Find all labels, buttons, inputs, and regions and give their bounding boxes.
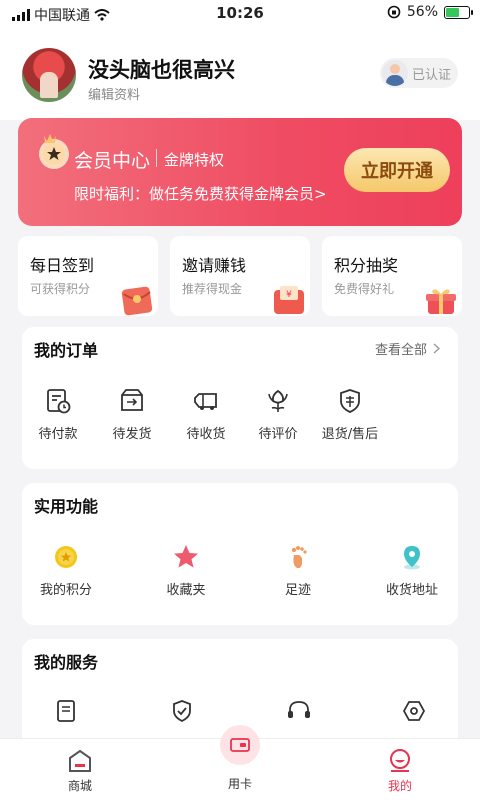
- tool-favorites[interactable]: 收藏夹: [152, 543, 220, 598]
- avatar[interactable]: [22, 48, 76, 102]
- quick-card-title: 邀请赚钱: [182, 256, 247, 275]
- username: 没头脑也很高兴: [88, 58, 235, 82]
- order-item-label: 退货/售后: [321, 427, 379, 442]
- daily-checkin-card[interactable]: 每日签到 可获得积分: [18, 236, 158, 316]
- member-center-banner[interactable]: 会员中心 金牌特权 限时福利：做任务免费获得金牌会员> 立即开通: [18, 118, 462, 226]
- tools-title: 实用功能: [34, 497, 99, 516]
- orders-title: 我的订单: [34, 341, 99, 360]
- my-orders-panel: 我的订单 查看全部 待付款 待发货 待收货 待评价 退货/售后: [22, 327, 458, 469]
- verified-label: 已认证: [412, 67, 452, 83]
- member-title: 会员中心: [74, 150, 151, 172]
- points-coin-icon: [55, 546, 77, 568]
- services-title: 我的服务: [34, 653, 99, 672]
- profile-header: 没头脑也很高兴 编辑资料 已认证: [0, 26, 480, 120]
- tool-item-label: 收货地址: [385, 583, 438, 598]
- shield-check-icon[interactable]: [170, 699, 194, 723]
- orientation-lock-icon: [387, 5, 401, 19]
- tool-item-label: 收藏夹: [166, 583, 206, 598]
- profile-icon: [390, 749, 410, 772]
- star-icon: [174, 545, 198, 568]
- tool-my-points[interactable]: 我的积分: [32, 543, 100, 598]
- battery-icon: [444, 5, 473, 19]
- pending-payment-icon: [47, 389, 71, 414]
- tool-item-label: 足迹: [284, 583, 311, 598]
- quick-card-subtitle: 免费得好礼: [334, 282, 395, 296]
- pending-shipment-icon: [121, 389, 143, 411]
- headset-icon[interactable]: [286, 699, 312, 723]
- bottom-tab-bar: 商城 用卡 我的: [0, 725, 480, 800]
- flower-review-icon: [268, 389, 288, 412]
- tab-label: 我的: [387, 779, 412, 793]
- verified-badge[interactable]: 已认证: [380, 58, 458, 88]
- quick-card-title: 积分抽奖: [334, 256, 399, 275]
- tab-mine[interactable]: 我的: [350, 739, 450, 800]
- document-icon[interactable]: [54, 699, 78, 723]
- gift-box-icon: [426, 289, 456, 314]
- crown-coin-icon: [39, 134, 69, 169]
- quick-card-subtitle: 可获得积分: [30, 282, 91, 296]
- member-divider: [156, 149, 157, 167]
- tab-mall[interactable]: 商城: [30, 739, 130, 800]
- red-envelope-icon: [121, 286, 153, 316]
- invite-earn-card[interactable]: 邀请赚钱 推荐得现金 ¥: [170, 236, 310, 316]
- after-sales-shield-icon: [340, 389, 360, 413]
- tab-label: 商城: [67, 779, 92, 793]
- location-pin-icon: [404, 546, 420, 570]
- see-all-orders-link[interactable]: 查看全部: [375, 339, 440, 358]
- open-membership-button[interactable]: 立即开通: [344, 148, 450, 192]
- battery-percent: 56%: [406, 4, 438, 20]
- tool-shipping-address[interactable]: 收货地址: [378, 543, 446, 598]
- tools-panel: 实用功能 我的积分 收藏夹 足迹 收货地址: [22, 483, 458, 625]
- see-all-label: 查看全部: [374, 343, 427, 358]
- order-pending-shipment[interactable]: 待发货: [108, 387, 156, 442]
- svg-text:¥: ¥: [286, 290, 292, 300]
- quick-card-subtitle: 推荐得现金: [182, 282, 243, 296]
- member-subtitle: 金牌特权: [164, 151, 225, 169]
- status-bar: 中国联通 10:26 56%: [0, 0, 480, 26]
- shop-icon: [69, 749, 91, 772]
- order-pending-review[interactable]: 待评价: [254, 387, 302, 442]
- points-lottery-card[interactable]: 积分抽奖 免费得好礼: [322, 236, 462, 316]
- order-item-label: 待发货: [112, 427, 152, 442]
- member-tip[interactable]: 限时福利：做任务免费获得金牌会员>: [74, 183, 327, 204]
- verified-user-icon: [382, 60, 408, 86]
- cash-envelope-icon: ¥: [274, 286, 304, 314]
- order-pending-receipt[interactable]: 待收货: [182, 387, 230, 442]
- tab-card[interactable]: 用卡: [190, 739, 290, 800]
- tab-label: 用卡: [227, 777, 252, 791]
- quick-card-title: 每日签到: [30, 256, 95, 275]
- chevron-right-icon: [433, 343, 440, 354]
- footprint-icon: [291, 546, 307, 569]
- delivery-truck-icon: [194, 393, 217, 410]
- tool-footprint[interactable]: 足迹: [264, 543, 332, 598]
- tool-item-label: 我的积分: [39, 583, 92, 598]
- order-pending-payment[interactable]: 待付款: [34, 387, 82, 442]
- edit-profile-link[interactable]: 编辑资料: [88, 84, 140, 103]
- order-item-label: 待收货: [186, 427, 226, 442]
- order-item-label: 待评价: [258, 427, 298, 442]
- order-after-sales[interactable]: 退货/售后: [318, 387, 382, 442]
- order-item-label: 待付款: [38, 427, 78, 442]
- settings-hexagon-icon[interactable]: [402, 699, 426, 723]
